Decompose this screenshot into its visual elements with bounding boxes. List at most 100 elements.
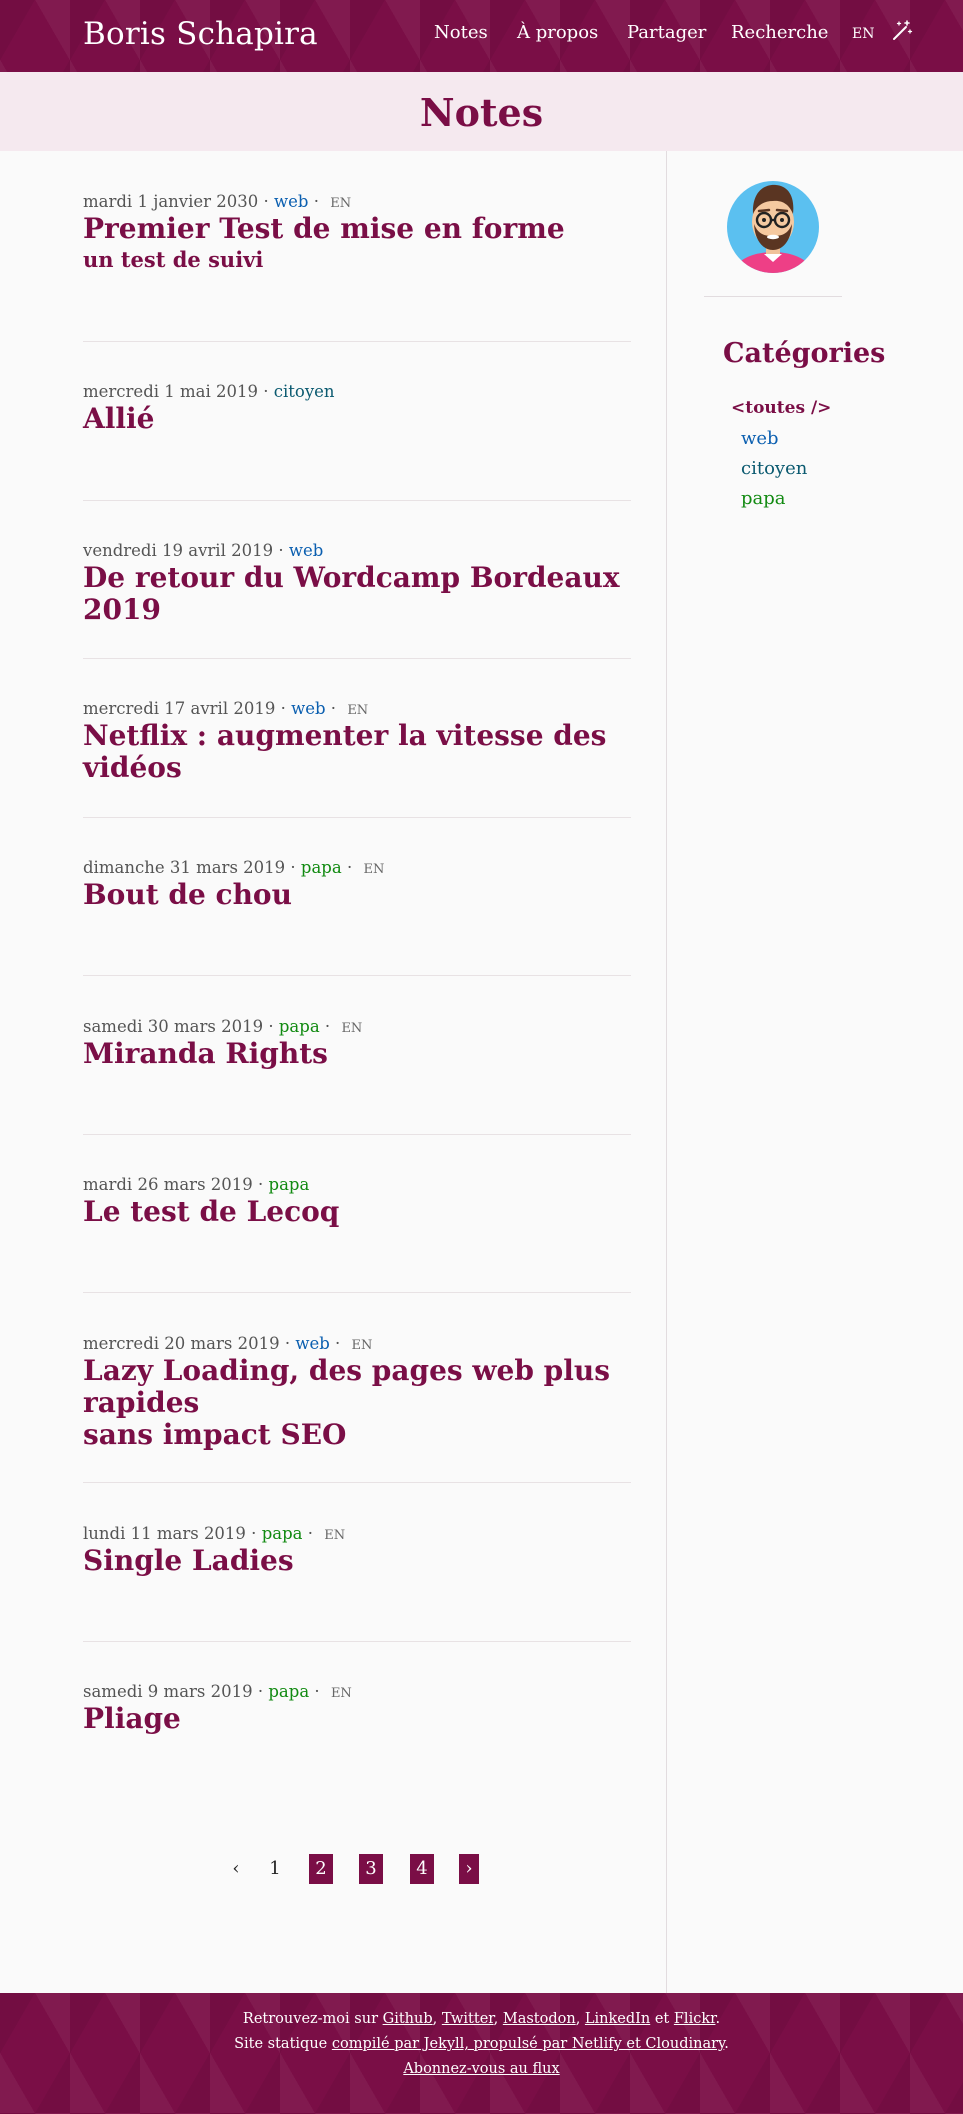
post-title-link[interactable]: De retour du Wordcamp Bordeaux 2019 (83, 562, 631, 626)
post-meta: mercredi 20 mars 2019 · web · EN (83, 1334, 373, 1353)
footer-credits-line: Site statique compilé par Jekyll, propul… (234, 2036, 729, 2052)
post-divider (83, 1482, 631, 1483)
post-divider (83, 341, 631, 342)
post-divider (83, 975, 631, 976)
post-language-badge: EN (324, 1528, 346, 1543)
post-meta: mardi 26 mars 2019 · papa (83, 1175, 310, 1194)
post-date: lundi 11 mars 2019 (83, 1524, 246, 1543)
post-title-link[interactable]: Miranda Rights (83, 1038, 631, 1070)
post-language-badge: EN (330, 196, 352, 211)
post-category-link[interactable]: citoyen (274, 382, 335, 401)
post-title-link[interactable]: Lazy Loading, des pages web plus rapides… (83, 1355, 631, 1451)
language-switch[interactable]: EN (852, 26, 874, 42)
category-all-link[interactable]: <toutes /> (731, 398, 831, 418)
footer-link-flickr[interactable]: Flickr (674, 2011, 716, 2027)
post-date: dimanche 31 mars 2019 (83, 858, 286, 877)
post-title-link[interactable]: Pliage (83, 1703, 631, 1735)
post-language-badge: EN (347, 703, 369, 718)
post-meta: mardi 1 janvier 2030 · web · EN (83, 192, 352, 211)
post-title-link[interactable]: Premier Test de mise en forme (83, 213, 631, 245)
footer-link-twitter[interactable]: Twitter (442, 2011, 494, 2027)
post-divider (83, 1134, 631, 1135)
pagination-page-2[interactable]: 2 (309, 1854, 333, 1884)
site-header: Boris Schapira Notes À propos Partager R… (0, 0, 963, 72)
nav-recherche[interactable]: Recherche (731, 22, 828, 43)
post-date: mercredi 1 mai 2019 (83, 382, 259, 401)
footer-link-github[interactable]: Github (383, 2011, 433, 2027)
post-date: samedi 30 mars 2019 (83, 1017, 264, 1036)
nav-partager[interactable]: Partager (627, 22, 706, 43)
post-date: mercredi 20 mars 2019 (83, 1334, 280, 1353)
page-title: Notes (419, 90, 544, 135)
footer-link-credits[interactable]: compilé par Jekyll, propulsé par Netlify… (332, 2036, 724, 2052)
post-item: mardi 26 mars 2019 · papa Le test de Lec… (83, 1175, 631, 1228)
post-item: mercredi 1 mai 2019 · citoyen Allié (83, 382, 631, 435)
post-divider (83, 500, 631, 501)
magic-wand-icon[interactable] (891, 20, 913, 42)
footer-text: et (654, 2011, 670, 2027)
post-item: mercredi 20 mars 2019 · web · EN Lazy Lo… (83, 1334, 631, 1451)
footer-social-line: Retrouvez-moi sur Github, Twitter, Masto… (242, 2011, 721, 2027)
post-item: samedi 9 mars 2019 · papa · EN Pliage (83, 1682, 631, 1735)
avatar[interactable] (726, 170, 820, 278)
post-date: mardi 26 mars 2019 (83, 1175, 253, 1194)
post-item: mercredi 17 avril 2019 · web · EN Netfli… (83, 699, 631, 784)
post-item: vendredi 19 avril 2019 · web De retour d… (83, 541, 631, 626)
pagination-prev[interactable]: ‹ (228, 1854, 244, 1884)
post-meta: samedi 30 mars 2019 · papa · EN (83, 1017, 363, 1036)
post-category-link[interactable]: papa (279, 1017, 320, 1036)
footer-link-linkedin[interactable]: LinkedIn (585, 2011, 650, 2027)
nav-a-propos[interactable]: À propos (517, 22, 598, 43)
post-title-link[interactable]: Le test de Lecoq (83, 1196, 631, 1228)
post-divider (83, 658, 631, 659)
post-category-link[interactable]: papa (262, 1524, 303, 1543)
post-category-link[interactable]: web (295, 1334, 329, 1353)
post-date: vendredi 19 avril 2019 (83, 541, 274, 560)
post-date: mardi 1 janvier 2030 (83, 192, 259, 211)
post-category-link[interactable]: web (274, 192, 308, 211)
post-meta: lundi 11 mars 2019 · papa · EN (83, 1524, 346, 1543)
post-title-line: Lazy Loading, des pages web plus rapides (83, 1354, 611, 1419)
post-title-link[interactable]: Allié (83, 403, 631, 435)
pagination-next[interactable]: › (459, 1854, 479, 1884)
post-item: samedi 30 mars 2019 · papa · EN Miranda … (83, 1017, 631, 1070)
post-meta: mercredi 17 avril 2019 · web · EN (83, 699, 369, 718)
post-category-link[interactable]: web (291, 699, 325, 718)
post-subtitle: un test de suivi (83, 247, 264, 272)
post-category-link[interactable]: papa (269, 1175, 310, 1194)
post-meta: vendredi 19 avril 2019 · web (83, 541, 324, 560)
post-date: samedi 9 mars 2019 (83, 1682, 253, 1701)
footer-text: Retrouvez-moi sur (242, 2011, 378, 2027)
post-language-badge: EN (341, 1021, 363, 1036)
sidebar-category-web[interactable]: web (741, 428, 779, 449)
post-title-link[interactable]: Single Ladies (83, 1545, 631, 1577)
post-meta: dimanche 31 mars 2019 · papa · EN (83, 858, 385, 877)
page-banner: Notes (0, 72, 963, 151)
post-item: dimanche 31 mars 2019 · papa · EN Bout d… (83, 858, 631, 911)
pagination-page-4[interactable]: 4 (410, 1854, 434, 1884)
post-category-link[interactable]: papa (268, 1682, 309, 1701)
post-title-line: sans impact SEO (83, 1418, 347, 1451)
post-category-link[interactable]: web (289, 541, 323, 560)
post-language-badge: EN (351, 1338, 373, 1353)
post-title-link[interactable]: Netflix : augmenter la vitesse des vidéo… (83, 720, 631, 784)
categories-heading: Catégories (723, 338, 886, 369)
footer-text: Site statique (234, 2036, 328, 2052)
post-item: mardi 1 janvier 2030 · web · EN Premier … (83, 192, 631, 272)
footer-feed-link[interactable]: Abonnez-vous au flux (403, 2061, 559, 2077)
post-divider (83, 817, 631, 818)
footer-link-mastodon[interactable]: Mastodon (503, 2011, 576, 2027)
site-title[interactable]: Boris Schapira (83, 16, 318, 52)
post-language-badge: EN (363, 862, 385, 877)
sidebar-category-papa[interactable]: papa (741, 488, 786, 509)
post-title-link[interactable]: Bout de chou (83, 879, 631, 911)
nav-notes[interactable]: Notes (434, 22, 488, 43)
post-category-link[interactable]: papa (301, 858, 342, 877)
post-meta: samedi 9 mars 2019 · papa · EN (83, 1682, 352, 1701)
pagination: ‹ 1 2 3 4 › (0, 1854, 963, 1884)
sidebar-category-citoyen[interactable]: citoyen (741, 458, 807, 479)
post-item: lundi 11 mars 2019 · papa · EN Single La… (83, 1524, 631, 1577)
footer-feed-line: Abonnez-vous au flux (0, 2061, 963, 2077)
post-meta: mercredi 1 mai 2019 · citoyen (83, 382, 335, 401)
pagination-page-3[interactable]: 3 (359, 1854, 383, 1884)
